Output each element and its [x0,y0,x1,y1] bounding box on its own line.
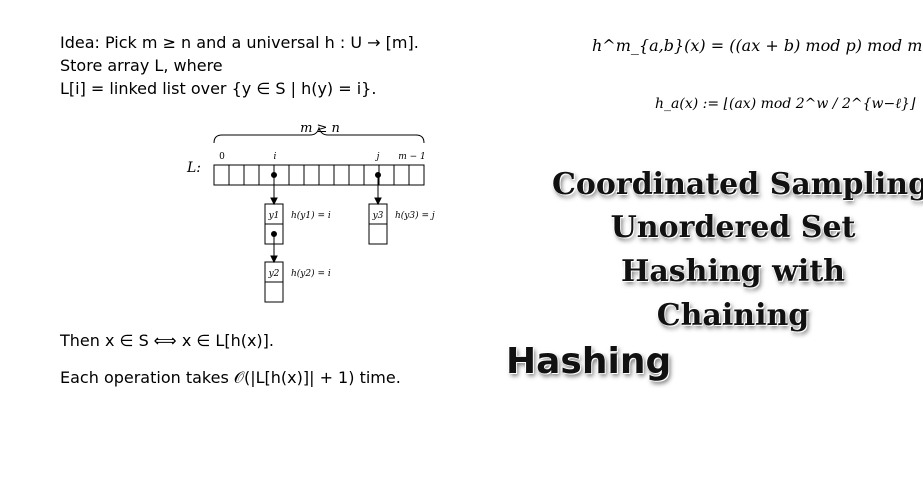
hash-table-diagram: m ≥ n L: 0 i j m − 1 y1 h(y1) = i y2 h(y [186,121,435,303]
membership-line: Then x ∈ S ⟺ x ∈ L[h(x)]. [60,331,274,350]
topic-title-2: Unordered Set [610,210,856,245]
idea-line: Idea: Pick m ≥ n and a universal h : U →… [60,33,419,52]
index-label-i: i [274,152,277,162]
index-label-last: m − 1 [398,152,426,162]
chain-i-node-2-hash: h(y2) = i [291,268,331,279]
main-title: Hashing [506,341,672,382]
formula-modular-hash: h^m_{a,b}(x) = ((ax + b) mod p) mod m [592,36,923,55]
chain-i-node-2-key: y2 [268,269,280,279]
index-label-j: j [375,152,380,162]
chain-i-node-1-key: y1 [268,211,280,221]
array-cells [213,164,425,186]
chain-i-node-1-hash: h(y1) = i [291,210,331,221]
formula-multiplicative-hash: h_a(x) := ⌊(ax) mod 2^w / 2^{w−ℓ}⌋ [655,96,916,112]
index-label-0: 0 [219,152,225,162]
chain-j-node-1-hash: h(y3) = j [395,210,435,221]
store-line: Store array L, where [60,56,223,75]
array-label: L: [186,160,201,176]
topic-title-3: Hashing with [620,254,845,289]
definition-line: L[i] = linked list over {y ∈ S | h(y) = … [60,79,377,98]
chain-j-node-1-key: y3 [372,211,384,221]
chain-i [264,172,284,303]
topic-title-1: Coordinated Sampling [552,167,923,202]
chain-j [368,172,388,245]
operation-cost-line: Each operation takes 𝒪(|L[h(x)]| + 1) ti… [60,368,401,387]
topic-title-4: Chaining [656,298,810,333]
brace-label: m ≥ n [300,121,340,136]
